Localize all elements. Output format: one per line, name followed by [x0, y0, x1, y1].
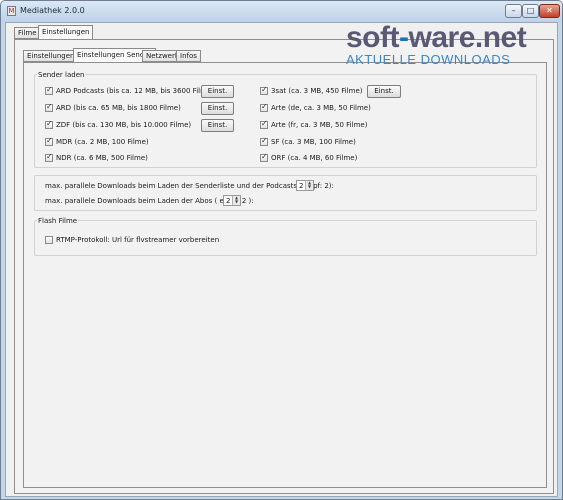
- arte-de-label: Arte (de, ca. 3 MB, 50 Filme): [271, 104, 371, 112]
- zdf-label: ZDF (bis ca. 130 MB, bis 10.000 Filme): [56, 121, 192, 129]
- parallel-downloads-group: [34, 175, 537, 211]
- watermark-brand: soft: [346, 21, 400, 54]
- app-window: M Mediathek 2.0.0 – □ ✕ Filme Einstellun…: [0, 0, 563, 500]
- 3sat-settings-button[interactable]: Einst.: [367, 85, 401, 98]
- tab-einstellungen[interactable]: Einstellungen: [38, 25, 94, 40]
- 3sat-checkbox[interactable]: [260, 85, 268, 95]
- arte-fr-label: Arte (fr, ca. 3 MB, 50 Filme): [271, 121, 368, 129]
- parallel-abos-value: 2: [226, 197, 231, 205]
- watermark-tagline: AKTUELLE DOWNLOADS: [346, 52, 511, 67]
- einstellungen-panel: Einstellungen Einstellungen Sender Netzw…: [14, 39, 554, 494]
- parallel-sender-value: 2: [299, 182, 304, 190]
- ard-podcasts-checkbox[interactable]: [45, 85, 53, 95]
- spinner-arrows-icon[interactable]: ▲ ▼: [305, 181, 313, 190]
- ndr-label: NDR (ca. 6 MB, 500 Filme): [56, 154, 148, 162]
- arte-de-checkbox[interactable]: [260, 102, 268, 112]
- sender-laden-title: Sender laden: [37, 71, 86, 79]
- tab-infos[interactable]: Infos: [176, 50, 201, 62]
- window-title: Mediathek 2.0.0: [20, 6, 85, 15]
- rtmp-checkbox[interactable]: [45, 236, 53, 244]
- zdf-checkbox[interactable]: [45, 119, 53, 129]
- ard-settings-button[interactable]: Einst.: [201, 102, 234, 115]
- watermark-brand-rest: ware.net: [408, 21, 527, 54]
- orf-label: ORF (ca. 4 MB, 60 Filme): [271, 154, 358, 162]
- ard-podcasts-settings-button[interactable]: Einst.: [201, 85, 234, 98]
- parallel-sender-spinner[interactable]: 2 ▲ ▼: [296, 180, 314, 191]
- mdr-checkbox[interactable]: [45, 136, 53, 146]
- close-button[interactable]: ✕: [539, 4, 560, 18]
- zdf-settings-button[interactable]: Einst.: [201, 119, 234, 132]
- ard-checkbox[interactable]: [45, 102, 53, 112]
- parallel-abos-spinner[interactable]: 2 ▲ ▼: [223, 195, 241, 206]
- rtmp-label: RTMP-Protokoll: Url für flvstreamer vorb…: [56, 236, 220, 244]
- sender-settings-panel: Sender laden ARD Podcasts (bis ca. 12 MB…: [23, 62, 547, 488]
- tab-filme[interactable]: Filme: [14, 27, 41, 39]
- tab-einstellungen-allgemein[interactable]: Einstellungen: [23, 50, 79, 62]
- flash-filme-title: Flash Filme: [37, 217, 79, 225]
- ndr-checkbox[interactable]: [45, 152, 53, 162]
- ard-label: ARD (bis ca. 65 MB, bis 1800 Filme): [56, 104, 181, 112]
- orf-checkbox[interactable]: [260, 152, 268, 162]
- app-icon: M: [7, 6, 16, 16]
- ard-podcasts-label: ARD Podcasts (bis ca. 12 MB, bis 3600 Fi…: [56, 87, 214, 95]
- minimize-button[interactable]: –: [505, 4, 522, 18]
- sf-label: SF (ca. 3 MB, 100 Filme): [271, 138, 356, 146]
- mdr-label: MDR (ca. 2 MB, 100 Filme): [56, 138, 149, 146]
- spinner-arrows-icon[interactable]: ▲ ▼: [232, 196, 240, 205]
- title-bar: M Mediathek 2.0.0 – □ ✕: [1, 1, 562, 22]
- sf-checkbox[interactable]: [260, 136, 268, 146]
- arte-fr-checkbox[interactable]: [260, 119, 268, 129]
- client-area: Filme Einstellungen Einstellungen Einste…: [5, 22, 558, 497]
- watermark-logo: soft-ware.net: [346, 21, 527, 55]
- parallel-sender-label: max. parallele Downloads beim Laden der …: [45, 182, 334, 190]
- watermark-dash: -: [399, 21, 409, 54]
- 3sat-label: 3sat (ca. 3 MB, 450 Filme): [271, 87, 363, 95]
- maximize-button[interactable]: □: [522, 4, 539, 18]
